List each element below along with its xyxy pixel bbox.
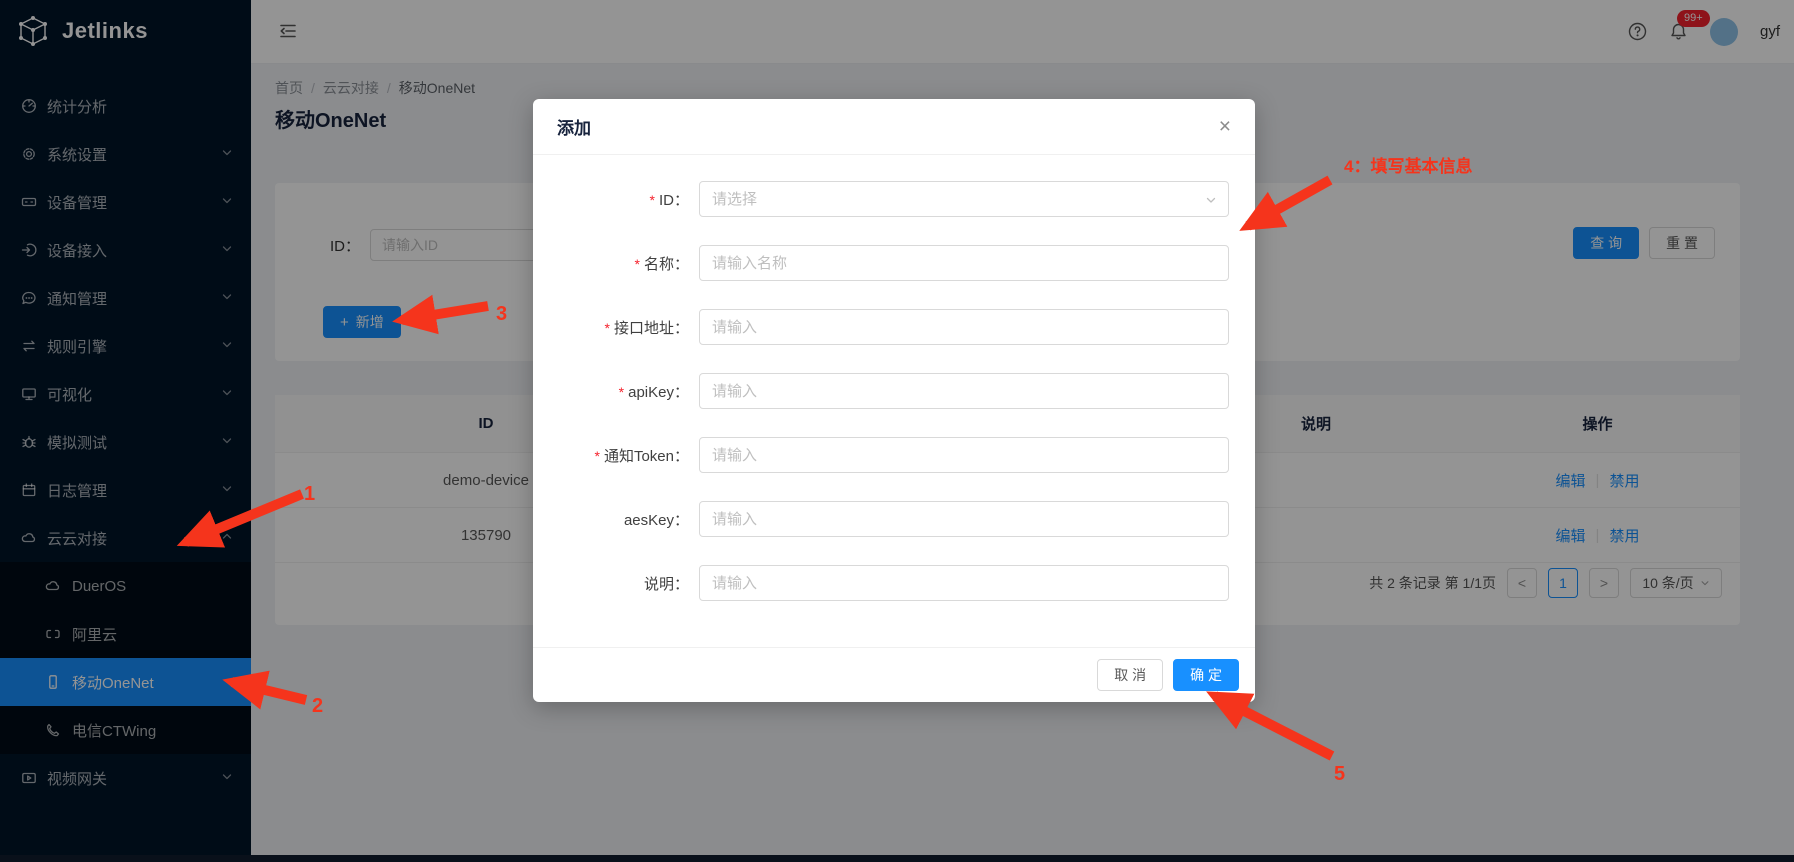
id-select[interactable] (699, 181, 1229, 217)
form-row-name: *名称： (557, 245, 1229, 281)
field-label: *ID： (557, 189, 689, 210)
field-label: aesKey： (557, 509, 689, 530)
form-row-notify-token: *通知Token： (557, 437, 1229, 473)
api-address-input[interactable] (699, 309, 1229, 345)
confirm-button[interactable]: 确 定 (1173, 659, 1239, 691)
dialog-footer: 取 消 确 定 (533, 647, 1255, 702)
field-label: *apiKey： (557, 381, 689, 402)
field-label: *通知Token： (557, 445, 689, 466)
required-asterisk: * (650, 192, 655, 208)
field-label: *接口地址： (557, 317, 689, 338)
app-window: Jetlinks 统计分析 系统设置 设备管理 设备接入 (0, 0, 1794, 862)
notify-token-input[interactable] (699, 437, 1229, 473)
name-input[interactable] (699, 245, 1229, 281)
form-row-description: 说明： (557, 565, 1229, 601)
field-label: 说明： (557, 573, 689, 594)
description-input[interactable] (699, 565, 1229, 601)
apikey-input[interactable] (699, 373, 1229, 409)
dialog-title: 添加 (557, 114, 1219, 139)
required-asterisk: * (605, 320, 610, 336)
required-asterisk: * (595, 448, 600, 464)
field-label: *名称： (557, 253, 689, 274)
form-row-api-address: *接口地址： (557, 309, 1229, 345)
cancel-button[interactable]: 取 消 (1097, 659, 1163, 691)
form-row-apikey: *apiKey： (557, 373, 1229, 409)
close-icon[interactable]: × (1219, 116, 1231, 137)
form-row-aeskey: aesKey： (557, 501, 1229, 537)
aeskey-input[interactable] (699, 501, 1229, 537)
form-row-id: *ID： (557, 181, 1229, 217)
add-dialog: 添加 × *ID： *名称： *接口地址： *apiKey： *通知Token： (533, 99, 1255, 702)
dialog-form: *ID： *名称： *接口地址： *apiKey： *通知Token： aesK… (533, 155, 1255, 601)
required-asterisk: * (635, 256, 640, 272)
required-asterisk: * (619, 384, 624, 400)
dialog-header: 添加 × (533, 99, 1255, 155)
